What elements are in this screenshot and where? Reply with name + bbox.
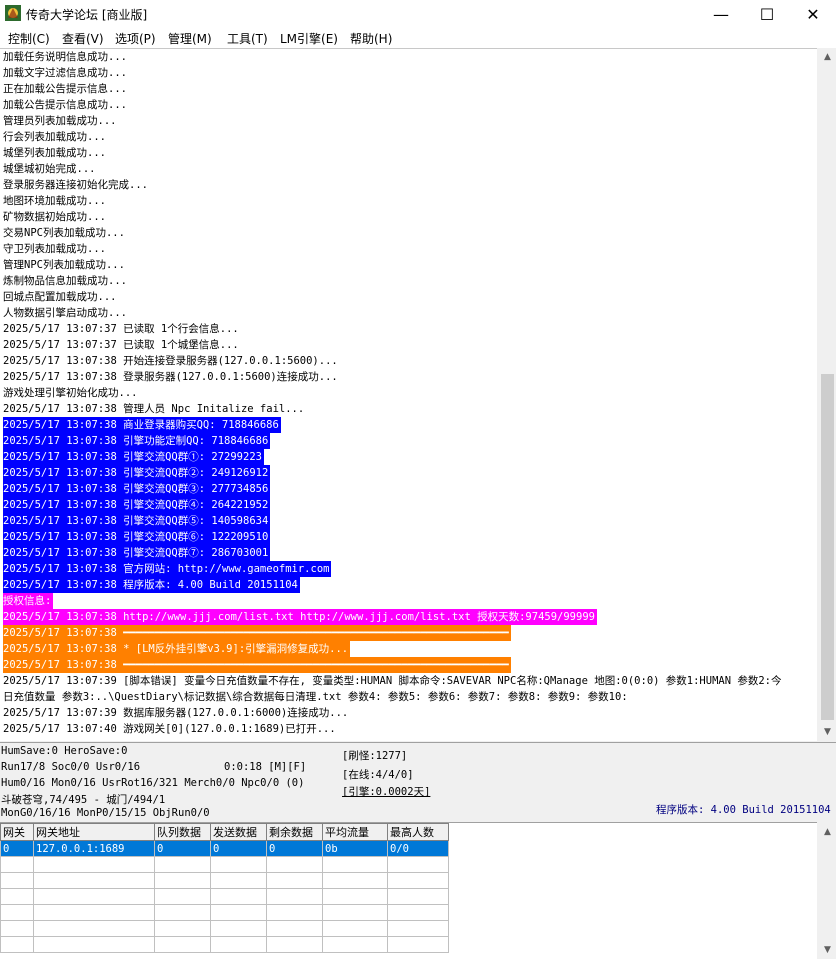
- status-refresh: [刷怪:1277]: [342, 750, 408, 762]
- cell-address: 127.0.0.1:1689: [33, 840, 155, 857]
- log-line: 人物数据引擎启动成功...: [3, 307, 127, 319]
- log-line: 2025/5/17 13:07:38 ━━━━━━━━━━━━━━━━━━━━━…: [3, 657, 511, 673]
- log-line: 2025/5/17 13:07:38 开始连接登录服务器(127.0.0.1:5…: [3, 355, 338, 367]
- log-line: 守卫列表加载成功...: [3, 243, 106, 255]
- cell-sent: 0: [210, 840, 267, 857]
- menu-lm-engine[interactable]: LM引擎(E): [280, 30, 338, 47]
- maximize-button[interactable]: ☐: [744, 0, 790, 28]
- log-line: 行会列表加载成功...: [3, 131, 106, 143]
- log-panel[interactable]: 加载任务说明信息成功... 加载文字过滤信息成功... 正在加载公告提示信息... 加…: [0, 48, 817, 741]
- log-line: 游戏处理引擎初始化成功...: [3, 387, 138, 399]
- log-line: 加载任务说明信息成功...: [3, 51, 127, 63]
- col-max-users[interactable]: 最高人数: [387, 823, 449, 841]
- scroll-up-icon[interactable]: ▲: [819, 48, 836, 65]
- status-map: 斗破苍穹,74/495 - 城门/494/1: [1, 794, 166, 806]
- cell-queue: 0: [154, 840, 211, 857]
- log-line: 2025/5/17 13:07:38 引擎交流QQ群⑤: 140598634: [3, 513, 271, 529]
- log-line: 2025/5/17 13:07:38 引擎交流QQ群④: 264221952: [3, 497, 271, 513]
- gateway-grid[interactable]: 网关 网关地址 队列数据 发送数据 剩余数据 平均流量 最高人数 0 127.0…: [0, 822, 817, 959]
- log-line: 炼制物品信息加载成功...: [3, 275, 127, 287]
- menu-control[interactable]: 控制(C): [8, 30, 50, 47]
- close-button[interactable]: ✕: [790, 0, 836, 28]
- status-online: [在线:4/4/0]: [342, 769, 414, 781]
- log-line: 2025/5/17 13:07:38 引擎交流QQ群⑦: 286703001: [3, 545, 271, 561]
- log-line: 2025/5/17 13:07:38 程序版本: 4.00 Build 2015…: [3, 577, 300, 593]
- menu-bar: 控制(C) 查看(V) 选项(P) 管理(M) 工具(T) LM引擎(E) 帮助…: [0, 28, 836, 48]
- log-line: 城堡列表加载成功...: [3, 147, 106, 159]
- log-line: 2025/5/17 13:07:38 引擎交流QQ群②: 249126912: [3, 465, 271, 481]
- status-run: Run17/8 Soc0/0 Usr0/16: [1, 761, 141, 773]
- menu-view[interactable]: 查看(V): [62, 30, 104, 47]
- grid-scroll-down-icon[interactable]: ▼: [819, 941, 836, 958]
- table-row[interactable]: [0, 872, 449, 889]
- col-gateway[interactable]: 网关: [0, 823, 34, 841]
- col-avg-traffic[interactable]: 平均流量: [322, 823, 388, 841]
- window-title: 传奇大学论坛 [商业版]: [26, 8, 148, 22]
- version-label: 程序版本: 4.00 Build 20151104: [656, 804, 831, 816]
- log-line: 回城点配置加载成功...: [3, 291, 117, 303]
- log-line: 2025/5/17 13:07:39 数据库服务器(127.0.0.1:6000…: [3, 707, 349, 719]
- log-line: 2025/5/17 13:07:38 商业登录器购买QQ: 718846686: [3, 417, 281, 433]
- log-line: 授权信息:: [3, 593, 54, 609]
- table-row[interactable]: [0, 904, 449, 921]
- log-line: 2025/5/17 13:07:38 管理人员 Npc Initalize fa…: [3, 403, 305, 415]
- grid-scroll-up-icon[interactable]: ▲: [819, 823, 836, 840]
- table-row[interactable]: [0, 856, 449, 873]
- table-row[interactable]: [0, 920, 449, 937]
- log-line: 2025/5/17 13:07:38 引擎功能定制QQ: 718846686: [3, 433, 271, 449]
- table-row[interactable]: [0, 936, 449, 953]
- log-line: 正在加载公告提示信息...: [3, 83, 127, 95]
- log-line: 2025/5/17 13:07:37 已读取 1个行会信息...: [3, 323, 239, 335]
- grid-scrollbar[interactable]: ▲ ▼: [819, 823, 836, 958]
- log-line: 2025/5/17 13:07:38 登录服务器(127.0.0.1:5600)…: [3, 371, 338, 383]
- menu-options[interactable]: 选项(P): [115, 30, 156, 47]
- status-engine: [引擎:0.0002天]: [342, 786, 431, 798]
- table-row[interactable]: [0, 888, 449, 905]
- cell-remaining: 0: [266, 840, 323, 857]
- scroll-down-icon[interactable]: ▼: [819, 723, 836, 740]
- menu-help[interactable]: 帮助(H): [350, 30, 392, 47]
- log-line: 2025/5/17 13:07:38 http://www.jjj.com/li…: [3, 609, 597, 625]
- title-bar: 传奇大学论坛 [商业版] — ☐ ✕: [0, 0, 836, 28]
- log-line: 2025/5/17 13:07:38 * [LM反外挂引擎v3.9]:引擎漏洞修…: [3, 641, 351, 657]
- app-icon: [5, 5, 21, 21]
- col-queue[interactable]: 队列数据: [154, 823, 211, 841]
- log-line: 登录服务器连接初始化完成...: [3, 179, 148, 191]
- log-line: 2025/5/17 13:07:39 [脚本错误] 变量今日充值数量不存在, 变…: [3, 675, 782, 687]
- col-sent[interactable]: 发送数据: [210, 823, 267, 841]
- col-remaining[interactable]: 剩余数据: [266, 823, 323, 841]
- cell-avg-traffic: 0b: [322, 840, 388, 857]
- log-line: 加载文字过滤信息成功...: [3, 67, 127, 79]
- log-line: 地图环境加载成功...: [3, 195, 106, 207]
- log-line: 城堡城初始完成...: [3, 163, 96, 175]
- scroll-thumb[interactable]: [821, 374, 834, 720]
- log-line: 2025/5/17 13:07:38 官方网站: http://www.game…: [3, 561, 332, 577]
- status-mon: MonG0/16/16 MonP0/15/15 ObjRun0/0: [1, 807, 210, 819]
- status-save: HumSave:0 HeroSave:0: [1, 745, 128, 757]
- log-line: 2025/5/17 13:07:38 引擎交流QQ群⑥: 122209510: [3, 529, 271, 545]
- minimize-button[interactable]: —: [698, 0, 744, 28]
- log-scrollbar[interactable]: ▲ ▼: [819, 48, 836, 740]
- log-line: 2025/5/17 13:07:40 游戏网关[0](127.0.0.1:168…: [3, 723, 336, 735]
- log-line: 交易NPC列表加载成功...: [3, 227, 125, 239]
- status-time: 0:0:18 [M][F]: [224, 761, 307, 773]
- log-line: 2025/5/17 13:07:38 引擎交流QQ群①: 27299223: [3, 449, 264, 465]
- log-line: 矿物数据初始成功...: [3, 211, 106, 223]
- log-line: 加载公告提示信息成功...: [3, 99, 127, 111]
- menu-manage[interactable]: 管理(M): [168, 30, 212, 47]
- table-row[interactable]: 0 127.0.0.1:1689 0 0 0 0b 0/0: [0, 840, 449, 857]
- log-line: 管理NPC列表加载成功...: [3, 259, 125, 271]
- col-gateway-address[interactable]: 网关地址: [33, 823, 155, 841]
- cell-gateway: 0: [0, 840, 34, 857]
- status-hum: Hum0/16 Mon0/16 UsrRot16/321 Merch0/0 Np…: [1, 777, 305, 789]
- log-line: 2025/5/17 13:07:37 已读取 1个城堡信息...: [3, 339, 239, 351]
- menu-tools[interactable]: 工具(T): [227, 30, 268, 47]
- log-line: 日充值数量 参数3:..\QuestDiary\标记数据\综合数据每日清理.tx…: [3, 691, 628, 703]
- cell-max-users: 0/0: [387, 840, 449, 857]
- log-line: 2025/5/17 13:07:38 ━━━━━━━━━━━━━━━━━━━━━…: [3, 625, 511, 641]
- status-panel: HumSave:0 HeroSave:0 Run17/8 Soc0/0 Usr0…: [0, 742, 836, 821]
- log-line: 管理员列表加载成功...: [3, 115, 117, 127]
- log-line: 2025/5/17 13:07:38 引擎交流QQ群③: 277734856: [3, 481, 271, 497]
